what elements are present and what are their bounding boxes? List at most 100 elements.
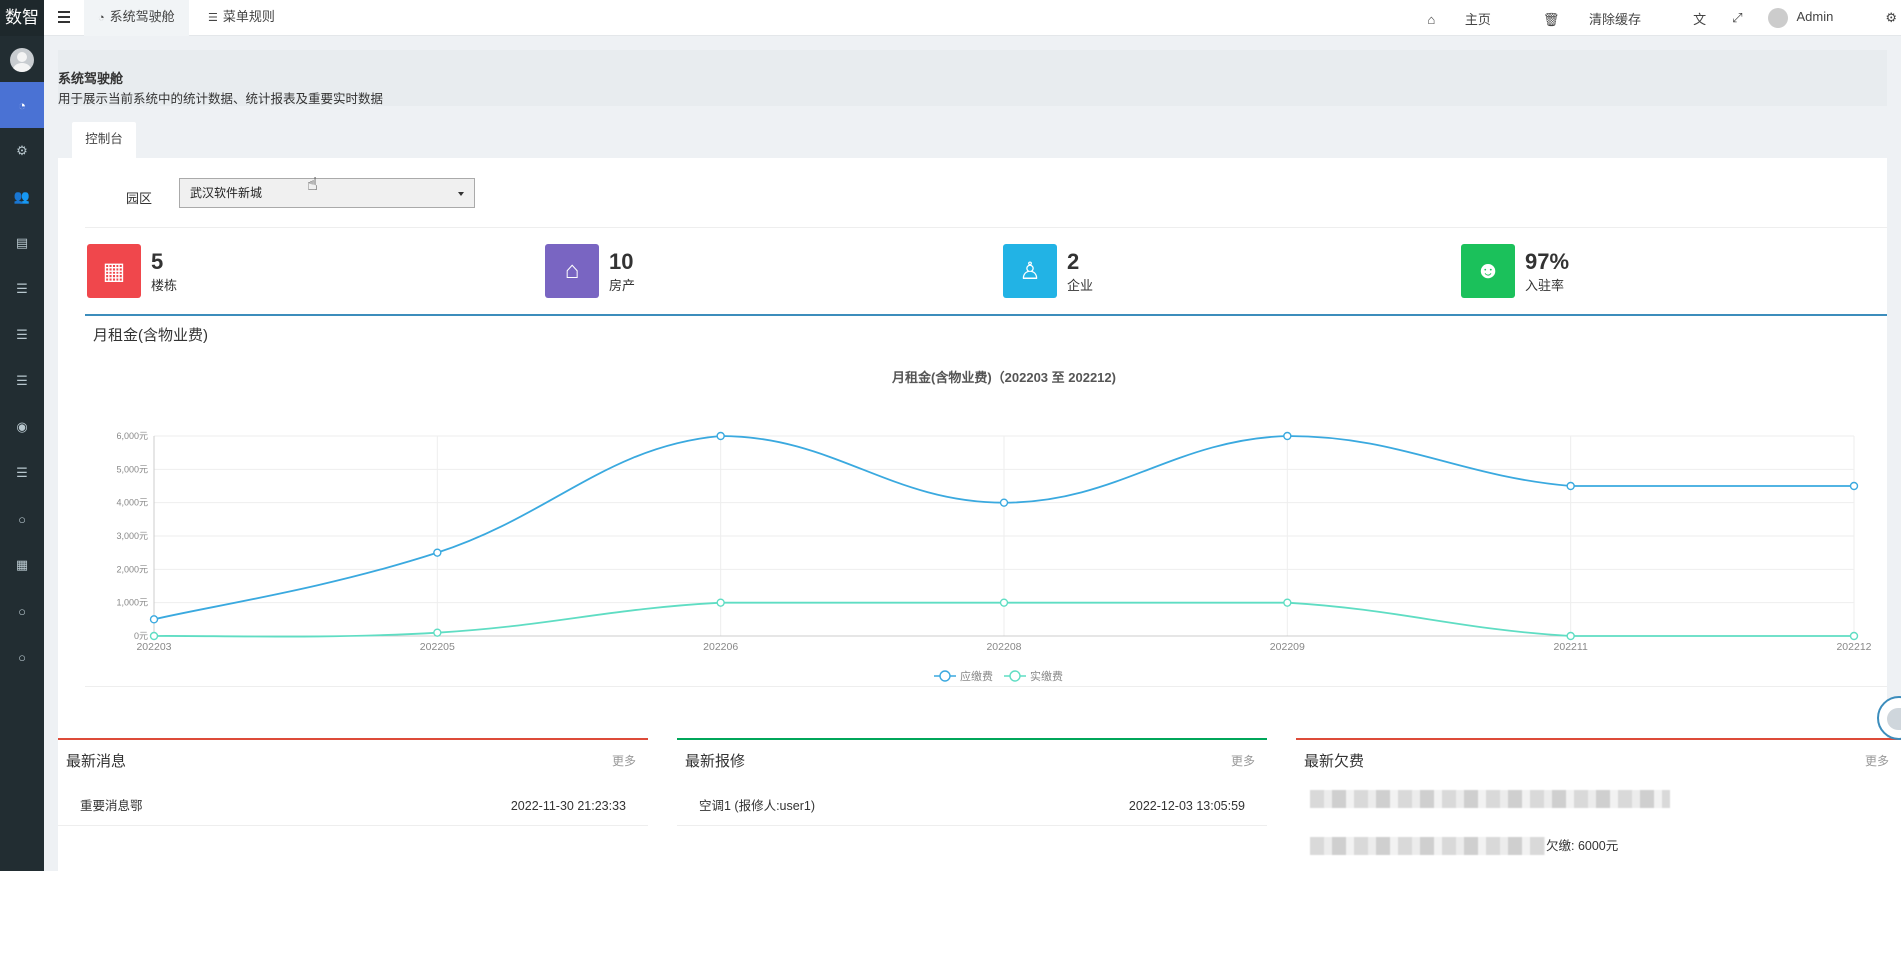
list-icon: ☰	[16, 281, 28, 297]
tab-console[interactable]: 控制台	[72, 122, 136, 158]
message-time: 2022-11-30 21:23:33	[511, 786, 626, 826]
chart-title: 月租金(含物业费)（202203 至 202212)	[891, 370, 1116, 385]
sidebar-item-circle-2[interactable]: ○	[0, 588, 44, 634]
topbar-right: ⌂ 主页 🗑 清除缓存 文 ⤢ Admin ⚙	[1427, 0, 1901, 36]
repair-title: 空调1 (报修人:user1)	[699, 786, 815, 826]
list-item[interactable]: 空调1 (报修人:user1) 2022-12-03 13:05:59	[677, 786, 1267, 826]
data-point	[1851, 633, 1858, 640]
more-link[interactable]: 更多	[1231, 752, 1255, 769]
app-logo[interactable]: 数智	[0, 0, 44, 36]
home-link[interactable]: ⌂ 主页	[1427, 9, 1517, 28]
sidebar-item-circle-1[interactable]: ○	[0, 496, 44, 542]
home-icon: ⌂	[545, 244, 599, 298]
list-item[interactable]: 欠缴: 6000元	[1296, 826, 1901, 866]
stat-value: 5	[151, 249, 177, 275]
latest-messages-card: 最新消息 更多 重要消息鄂 2022-11-30 21:23:33	[58, 738, 648, 888]
circle-icon: ○	[18, 650, 26, 665]
user-circle-icon: ◉	[16, 419, 27, 435]
divider	[85, 227, 1887, 228]
trash-icon: 🗑	[1543, 12, 1560, 27]
list-icon: ☰	[16, 373, 28, 389]
table-icon: ▤	[16, 235, 28, 251]
legend-marker	[1010, 671, 1020, 681]
users-icon: 👥	[14, 189, 30, 205]
language-icon[interactable]: 文	[1693, 9, 1706, 28]
circle-icon: ○	[18, 512, 26, 527]
legend-label: 应缴费	[960, 669, 993, 683]
latest-repairs-card: 最新报修 更多 空调1 (报修人:user1) 2022-12-03 13:05…	[677, 738, 1267, 888]
sidebar-item-building[interactable]: ▦	[0, 542, 44, 588]
more-link[interactable]: 更多	[1865, 752, 1889, 769]
sidebar-avatar[interactable]	[10, 48, 34, 72]
sidebar-item-users[interactable]: 👥	[0, 174, 44, 220]
data-point	[434, 629, 441, 636]
tab-dashboard[interactable]: ◔系统驾驶舱	[84, 0, 189, 36]
stat-properties: ⌂ 10房产	[545, 244, 635, 298]
card-title: 最新报修	[685, 750, 745, 771]
sidebar-item-circle-3[interactable]: ○	[0, 634, 44, 680]
arrears-amount: 欠缴: 6000元	[1546, 826, 1618, 866]
gear-icon[interactable]: ⚙	[1885, 10, 1897, 26]
circle-icon: ○	[18, 604, 26, 619]
cogs-icon: ⚙	[16, 143, 28, 159]
y-tick-label: 4,000元	[116, 498, 148, 508]
more-link[interactable]: 更多	[612, 752, 636, 769]
blurred-text	[1310, 837, 1545, 855]
park-label: 园区	[126, 188, 152, 207]
sidebar-item-list-2[interactable]: ☰	[0, 312, 44, 358]
x-tick-label: 202209	[1270, 641, 1305, 653]
x-tick-label: 202206	[703, 641, 738, 653]
stat-label: 楼栋	[151, 275, 177, 294]
latest-arrears-card: 最新欠费 更多 欠缴: 6000元	[1296, 738, 1901, 888]
y-tick-label: 1,000元	[116, 598, 148, 608]
legend-marker	[940, 671, 950, 681]
x-tick-label: 202211	[1554, 641, 1588, 653]
stat-occupancy: ☻ 97%入驻率	[1461, 244, 1569, 298]
legend-label: 实缴费	[1030, 669, 1063, 683]
building-icon: ▦	[87, 244, 141, 298]
sidebar-item-list-3[interactable]: ☰	[0, 358, 44, 404]
dashboard-icon: ◔	[98, 12, 105, 24]
data-point	[1851, 483, 1858, 490]
y-tick-label: 6,000元	[116, 431, 148, 441]
data-point	[1284, 599, 1291, 606]
y-tick-label: 5,000元	[116, 464, 148, 474]
card-title: 最新欠费	[1304, 750, 1364, 771]
sidebar-item-user[interactable]: ◉	[0, 404, 44, 450]
sidebar-item-list-1[interactable]: ☰	[0, 266, 44, 312]
blurred-text	[1310, 790, 1670, 808]
user-icon: ☻	[1461, 244, 1515, 298]
sidebar-item-table[interactable]: ▤	[0, 220, 44, 266]
stat-value: 10	[609, 249, 635, 275]
list-icon: ☰	[208, 12, 218, 24]
page-title: 系统驾驶舱	[58, 68, 123, 87]
stat-companies: ♙ 2企业	[1003, 244, 1093, 298]
chevron-down-icon	[458, 192, 464, 196]
data-point	[151, 616, 158, 623]
building-icon: ▦	[16, 557, 28, 573]
data-point	[151, 633, 158, 640]
data-point	[1284, 433, 1291, 440]
menu-toggle-icon[interactable]	[58, 11, 70, 23]
clear-cache-link[interactable]: 🗑 清除缓存	[1543, 9, 1667, 28]
data-point	[717, 433, 724, 440]
rent-chart-panel: 月租金(含物业费) 月租金(含物业费)（202203 至 202212)0元1,…	[85, 314, 1887, 687]
tab-menu-rules[interactable]: ☰菜单规则	[194, 0, 289, 36]
list-item[interactable]: 重要消息鄂 2022-11-30 21:23:33	[58, 786, 648, 826]
data-point	[1567, 633, 1574, 640]
sidebar-item-settings[interactable]: ⚙	[0, 128, 44, 174]
home-icon: ⌂	[1427, 12, 1435, 27]
stat-buildings: ▦ 5楼栋	[87, 244, 177, 298]
data-point	[1001, 599, 1008, 606]
park-select[interactable]: 武汉软件新城	[179, 178, 475, 208]
stat-label: 企业	[1067, 275, 1093, 294]
repair-time: 2022-12-03 13:05:59	[1129, 786, 1245, 826]
fullscreen-icon[interactable]: ⤢	[1732, 10, 1742, 26]
x-tick-label: 202203	[136, 641, 171, 653]
sidebar-item-list-4[interactable]: ☰	[0, 450, 44, 496]
data-point	[1001, 499, 1008, 506]
sidebar-item-dashboard[interactable]: ◔	[0, 82, 44, 128]
stat-value: 2	[1067, 249, 1093, 275]
pointer-cursor-icon: ☝	[307, 174, 318, 195]
user-menu[interactable]: Admin	[1768, 8, 1859, 28]
